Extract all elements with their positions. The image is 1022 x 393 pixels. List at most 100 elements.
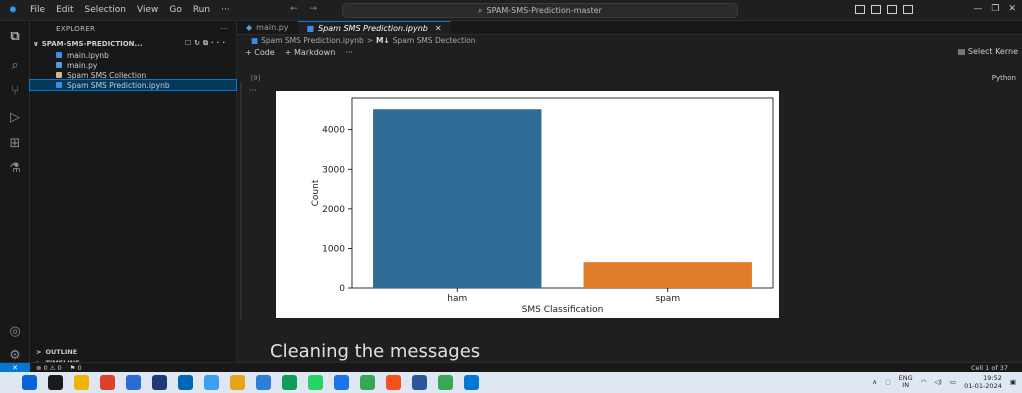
outline-label: OUTLINE	[45, 348, 78, 356]
volume-icon[interactable]: ◁)	[934, 378, 942, 386]
battery-icon[interactable]: ▭	[950, 378, 956, 386]
extensions-icon[interactable]: ⊞	[7, 136, 23, 152]
layout-controls	[855, 5, 913, 14]
taskbar-app-icon[interactable]	[256, 375, 271, 390]
wifi-icon[interactable]: ◠	[921, 378, 927, 386]
taskbar-app-icon[interactable]	[22, 375, 37, 390]
language-indicator[interactable]: ENG IN	[899, 375, 913, 389]
menu-view[interactable]: View	[137, 5, 158, 15]
window-controls: — ❐ ✕	[973, 4, 1016, 14]
taskbar-app-icon[interactable]	[230, 375, 245, 390]
vscode-window: ✹ File Edit Selection View Go Run ··· ←→…	[0, 0, 1022, 393]
notebook-file-icon	[56, 52, 62, 58]
taskbar-app-icon[interactable]	[464, 375, 479, 390]
taskbar-app-icon[interactable]	[74, 375, 89, 390]
bar-chart-output: 0 1000 2000 3000 4000 ham spam SMS Classificati…	[276, 91, 779, 318]
menu-more[interactable]: ···	[221, 5, 230, 15]
toggle-sidebar-icon[interactable]	[855, 5, 865, 14]
file-item-spam-sms-collection[interactable]: Spam SMS Collection	[30, 70, 236, 80]
y-tick-label: 3000	[322, 165, 345, 175]
text-file-icon	[56, 72, 62, 78]
taskbar-app-icon[interactable]	[360, 375, 375, 390]
kernel-icon: ▤	[957, 47, 966, 56]
taskbar-app-icon[interactable]	[178, 375, 193, 390]
python-file-icon	[56, 62, 62, 68]
taskbar-app-icon[interactable]	[100, 375, 115, 390]
editor-tabs: ◆ main.py ■ Spam SMS Prediction.ipynb ✕	[237, 21, 1022, 35]
ports-count[interactable]: ⚑ 0	[70, 364, 82, 372]
workspace-folder[interactable]: ∨ SPAM-SMS-PREDICTION... ☐↻⧉···	[30, 37, 236, 50]
problems-count[interactable]: ⊗ 0 ⚠ 0	[36, 364, 62, 372]
folder-actions[interactable]: ☐↻⧉···	[185, 39, 228, 48]
cell-position[interactable]: Cell 1 of 37	[971, 364, 1008, 372]
back-arrow-icon[interactable]: ←	[290, 4, 310, 14]
command-center-search[interactable]: ⌕ SPAM-SMS-Prediction-master	[342, 3, 738, 18]
file-item-main-py[interactable]: main.py	[30, 60, 236, 70]
file-item-spam-sms-prediction-ipynb[interactable]: Spam SMS Prediction.ipynb	[29, 79, 237, 91]
run-debug-icon[interactable]: ▷	[7, 110, 23, 126]
menu-go[interactable]: Go	[169, 5, 181, 15]
clock[interactable]: 19:52 01-01-2024	[964, 374, 1002, 390]
toggle-panel-icon[interactable]	[871, 5, 881, 14]
file-label: Spam SMS Prediction.ipynb	[67, 80, 170, 90]
tab-spam-sms-prediction[interactable]: ■ Spam SMS Prediction.ipynb ✕	[297, 21, 451, 34]
taskbar-app-icon[interactable]	[386, 375, 401, 390]
python-file-icon: ◆	[246, 23, 253, 32]
toggle-secondary-sidebar-icon[interactable]	[887, 5, 897, 14]
nav-arrows: ←→	[290, 4, 329, 14]
search-label: SPAM-SMS-Prediction-master	[486, 6, 602, 15]
search-icon: ⌕	[478, 5, 483, 15]
menu-bar: File Edit Selection View Go Run ···	[30, 5, 230, 15]
toolbar-more-button[interactable]: ···	[345, 48, 353, 57]
tab-main-py[interactable]: ◆ main.py	[237, 21, 298, 34]
restore-icon[interactable]: ❐	[991, 4, 999, 14]
explorer-more-icon[interactable]: ···	[220, 25, 228, 33]
select-kernel-button[interactable]: ▤ Select Kerne	[958, 47, 1018, 56]
search-icon[interactable]: ⌕	[7, 58, 23, 74]
y-tick-label: 4000	[322, 126, 345, 136]
outline-section[interactable]: > OUTLINE	[30, 347, 237, 357]
explorer-header: EXPLORER ···	[30, 21, 236, 37]
taskbar-app-icon[interactable]	[48, 375, 63, 390]
taskbar-app-icon[interactable]	[334, 375, 349, 390]
source-control-icon[interactable]: ⑂	[7, 84, 23, 100]
breadcrumb-section[interactable]: Spam SMS Dectection	[393, 36, 476, 45]
minimize-icon[interactable]: —	[973, 4, 982, 14]
customize-layout-icon[interactable]	[903, 5, 913, 14]
chevron-right-icon: >	[36, 348, 42, 356]
taskbar-app-icon[interactable]	[438, 375, 453, 390]
file-label: Spam SMS Collection	[67, 70, 147, 80]
clock-date: 01-01-2024	[964, 382, 1002, 390]
taskbar-app-icon[interactable]	[126, 375, 141, 390]
menu-edit[interactable]: Edit	[56, 5, 73, 15]
menu-run[interactable]: Run	[193, 5, 210, 15]
close-tab-icon[interactable]: ✕	[435, 24, 442, 33]
breadcrumb: ■ Spam SMS Prediction.ipynb > M↓ Spam SM…	[237, 35, 1022, 46]
breadcrumb-separator: >	[366, 36, 374, 45]
taskbar-app-icon[interactable]	[308, 375, 323, 390]
close-window-icon[interactable]: ✕	[1008, 4, 1016, 14]
menu-selection[interactable]: Selection	[85, 5, 126, 15]
cell-focus-gutter	[240, 82, 242, 320]
notifications-icon[interactable]: ▣	[1010, 378, 1016, 386]
add-markdown-cell-button[interactable]: + Markdown	[285, 48, 336, 57]
cell-language[interactable]: Python	[992, 74, 1016, 82]
remote-indicator-icon[interactable]: ✕	[0, 362, 30, 373]
taskbar-app-icon[interactable]	[152, 375, 167, 390]
forward-arrow-icon[interactable]: →	[310, 4, 330, 14]
explorer-icon[interactable]: ⧉	[7, 29, 23, 45]
folder-name: SPAM-SMS-PREDICTION...	[41, 39, 143, 48]
testing-icon[interactable]: ⚗	[7, 161, 23, 177]
taskbar-app-icon[interactable]	[412, 375, 427, 390]
file-item-main-ipynb[interactable]: main.ipynb	[30, 50, 236, 60]
network-icon[interactable]: ◌	[885, 378, 891, 386]
account-icon[interactable]: ◎	[7, 324, 23, 340]
file-label: main.ipynb	[67, 50, 109, 60]
chevron-up-icon[interactable]: ∧	[872, 378, 877, 386]
taskbar-app-icon[interactable]	[282, 375, 297, 390]
cell-output-more-button[interactable]: ···	[249, 86, 257, 95]
breadcrumb-file[interactable]: Spam SMS Prediction.ipynb	[261, 36, 364, 45]
menu-file[interactable]: File	[30, 5, 45, 15]
add-code-cell-button[interactable]: + Code	[245, 48, 275, 57]
taskbar-app-icon[interactable]	[204, 375, 219, 390]
